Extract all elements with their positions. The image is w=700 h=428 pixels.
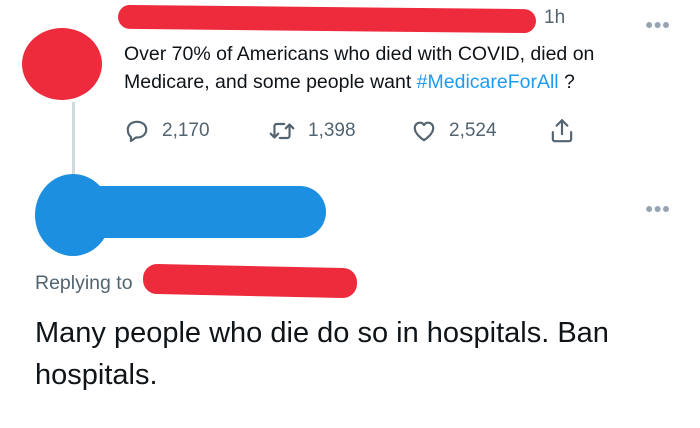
like-count: 2,524	[449, 120, 497, 141]
tweet-text: Over 70% of Americans who died with COVI…	[124, 40, 684, 96]
redacted-author-name	[117, 4, 537, 34]
retweet-button[interactable]: 1,398	[268, 117, 356, 145]
tweet-timestamp[interactable]: 1h	[544, 7, 565, 29]
thread-connector-line	[72, 102, 75, 180]
hashtag-link[interactable]: #MedicareForAll	[417, 71, 559, 93]
share-icon	[551, 119, 573, 143]
share-button[interactable]	[549, 117, 575, 145]
tweet-text-end: ?	[558, 71, 575, 93]
more-horizontal-icon[interactable]: ●●●	[645, 16, 670, 32]
reply-text: Many people who die do so in hospitals. …	[35, 317, 609, 391]
redacted-reply-target	[142, 263, 358, 299]
replying-to-label: Replying to	[35, 272, 133, 294]
redacted-author-name	[58, 186, 326, 238]
redacted-avatar	[22, 28, 102, 100]
reply-icon	[126, 120, 148, 143]
retweet-count: 1,398	[308, 120, 356, 141]
reply-button[interactable]: 2,170	[124, 117, 210, 145]
more-horizontal-icon[interactable]: ●●●	[645, 200, 670, 216]
reply-count: 2,170	[162, 120, 210, 141]
like-button[interactable]: 2,524	[411, 117, 497, 145]
heart-icon	[413, 121, 435, 142]
retweet-icon	[269, 122, 295, 140]
